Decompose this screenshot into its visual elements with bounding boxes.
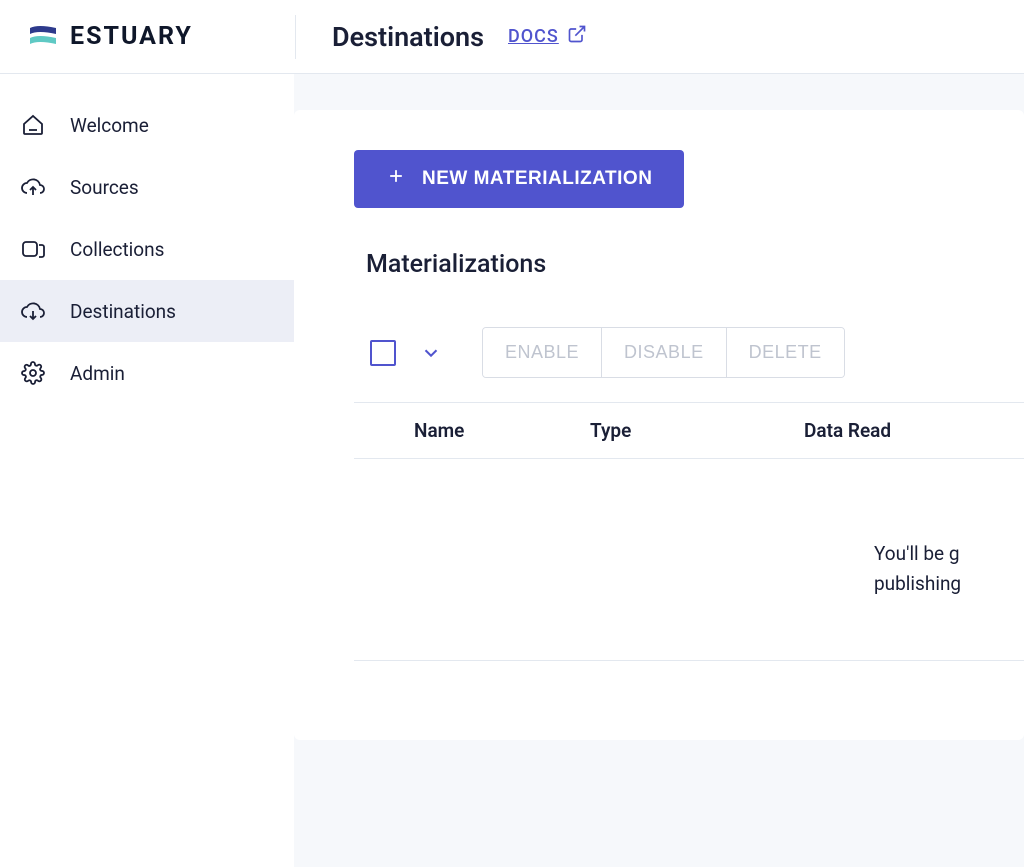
table-header-row: Name Type Data Read <box>354 403 1024 459</box>
table-divider <box>354 660 1024 661</box>
sidebar-item-welcome[interactable]: Welcome <box>0 94 294 156</box>
sidebar-item-label: Welcome <box>70 114 149 137</box>
topbar: ESTUARY Destinations DOCS <box>0 0 1024 74</box>
collections-icon <box>20 236 46 262</box>
bulk-toolbar: ENABLE DISABLE DELETE <box>370 327 1024 378</box>
empty-state-text: You'll be g publishing <box>354 459 1024 660</box>
new-button-label: NEW MATERIALIZATION <box>422 168 652 190</box>
external-link-icon <box>567 24 587 49</box>
header-title-wrap: Destinations DOCS <box>296 21 587 53</box>
sidebar-item-label: Collections <box>70 238 164 261</box>
sidebar-item-label: Admin <box>70 362 125 385</box>
page-title: Destinations <box>332 21 484 53</box>
empty-state-line: publishing <box>874 569 1024 599</box>
gear-icon <box>20 360 46 386</box>
docs-link[interactable]: DOCS <box>508 24 587 49</box>
materializations-table: Name Type Data Read You'll be g publishi… <box>354 402 1024 661</box>
disable-button[interactable]: DISABLE <box>602 328 727 377</box>
section-heading: Materializations <box>366 250 1024 279</box>
plus-icon <box>386 166 406 192</box>
sidebar-item-collections[interactable]: Collections <box>0 218 294 280</box>
brand-logo[interactable]: ESTUARY <box>28 15 296 59</box>
logo-icon <box>28 20 58 54</box>
sidebar-item-sources[interactable]: Sources <box>0 156 294 218</box>
home-icon <box>20 112 46 138</box>
column-header-name[interactable]: Name <box>354 419 590 442</box>
enable-button[interactable]: ENABLE <box>483 328 602 377</box>
cloud-download-icon <box>20 298 46 324</box>
content-card: NEW MATERIALIZATION Materializations ENA… <box>294 110 1024 740</box>
cloud-upload-icon <box>20 174 46 200</box>
bulk-action-button-group: ENABLE DISABLE DELETE <box>482 327 845 378</box>
sidebar-item-admin[interactable]: Admin <box>0 342 294 404</box>
select-all-chevron[interactable] <box>420 342 442 364</box>
column-header-type[interactable]: Type <box>590 419 804 442</box>
sidebar-item-label: Destinations <box>70 300 176 323</box>
docs-link-label: DOCS <box>508 26 559 47</box>
empty-state-line: You'll be g <box>874 539 1024 569</box>
sidebar: Welcome Sources Collections <box>0 74 294 867</box>
brand-name: ESTUARY <box>70 22 193 51</box>
new-materialization-button[interactable]: NEW MATERIALIZATION <box>354 150 684 208</box>
main-content: NEW MATERIALIZATION Materializations ENA… <box>294 74 1024 867</box>
delete-button[interactable]: DELETE <box>727 328 844 377</box>
sidebar-item-destinations[interactable]: Destinations <box>0 280 294 342</box>
select-all-checkbox[interactable] <box>370 340 396 366</box>
sidebar-item-label: Sources <box>70 176 139 199</box>
column-header-data-read[interactable]: Data Read <box>804 419 1024 442</box>
